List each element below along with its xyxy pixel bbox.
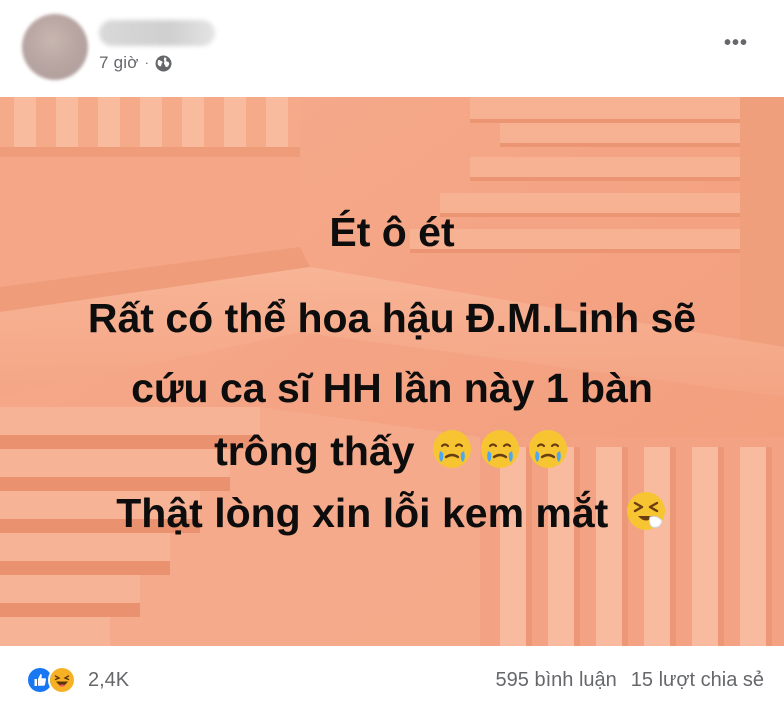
share-count-link[interactable]: 15 lượt chia sẻ: [631, 669, 764, 692]
globe-icon[interactable]: [155, 55, 172, 72]
crying-face-emoji: [480, 430, 519, 468]
post-header: 7 giờ · •••: [0, 0, 784, 96]
post-meta: 7 giờ ·: [99, 52, 172, 74]
reaction-count[interactable]: 2,4K: [88, 669, 129, 692]
comment-count-link[interactable]: 595 bình luận: [496, 669, 617, 692]
text-line-1: Ét ô ét: [329, 209, 455, 255]
more-options-button[interactable]: •••: [718, 30, 754, 56]
haha-icon: [48, 666, 76, 694]
post-text-background[interactable]: Ét ô ét Rất có thể hoa hậu Đ.M.Linh sẽ c…: [0, 97, 784, 646]
post-timestamp[interactable]: 7 giờ: [99, 53, 139, 73]
text-line-4-row: trông thấy: [0, 427, 784, 475]
more-icon: •••: [723, 32, 748, 54]
text-line-5-row: Thật lòng xin lỗi kem mắt: [0, 489, 784, 537]
facebook-post: 7 giờ · ••• Ét ô ét Rất có thể hoa hậu Đ…: [0, 0, 784, 710]
author-name[interactable]: [99, 20, 215, 46]
text-line-5: Thật lòng xin lỗi kem mắt: [116, 490, 609, 536]
text-line-4: trông thấy: [214, 428, 415, 474]
crying-face-emoji: [528, 430, 567, 468]
text-line-2: Rất có thể hoa hậu Đ.M.Linh sẽ: [87, 295, 697, 341]
crying-face-emoji: [432, 430, 471, 468]
reaction-summary[interactable]: 2,4K: [26, 666, 129, 694]
post-footer: 2,4K 595 bình luận 15 lượt chia sẻ: [0, 646, 784, 710]
post-text: Ét ô ét Rất có thể hoa hậu Đ.M.Linh sẽ c…: [0, 97, 784, 646]
post-stats: 595 bình luận 15 lượt chia sẻ: [496, 669, 764, 692]
tired-face-emoji: [626, 492, 665, 530]
avatar[interactable]: [22, 14, 88, 80]
meta-separator: ·: [144, 54, 149, 70]
text-line-3: cứu ca sĩ HH lần này 1 bàn: [131, 365, 653, 411]
